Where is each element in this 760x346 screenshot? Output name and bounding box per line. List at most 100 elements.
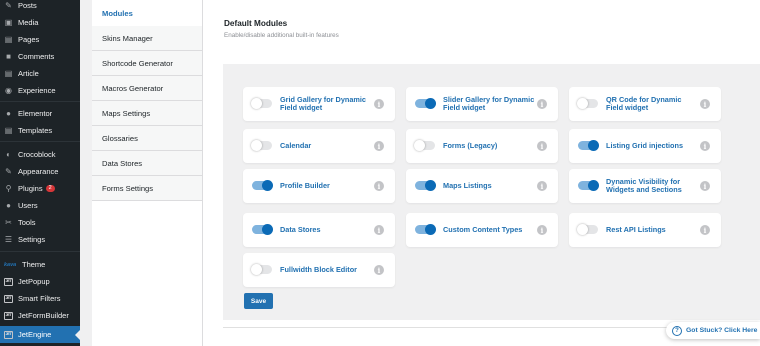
sidebar-item-label: Templates <box>18 126 53 135</box>
sidebar-item-label: JetFormBuilder <box>18 311 69 320</box>
module-toggle[interactable] <box>415 180 436 191</box>
module-toggle[interactable] <box>251 98 272 109</box>
sidebar-item-templates[interactable]: ▤ Templates <box>0 122 80 139</box>
help-label: Got Stuck? Click Here <box>686 327 758 334</box>
help-icon: ? <box>672 325 682 336</box>
sidebar-item-media[interactable]: ▣ Media <box>0 14 80 31</box>
sidebar-item-comments[interactable]: ■ Comments <box>0 48 80 65</box>
module-label: Listing Grid injections <box>606 140 684 150</box>
module-toggle[interactable] <box>577 98 598 109</box>
module-toggle[interactable] <box>578 180 599 191</box>
sidebar-item-article[interactable]: ▤ Article <box>0 65 80 82</box>
sidebar-item-label: Theme <box>22 260 46 269</box>
comments-icon: ■ <box>6 51 11 61</box>
module-card: Forms (Legacy) i <box>406 129 558 163</box>
sidebar-item-label: Posts <box>18 1 37 10</box>
save-button[interactable]: Save <box>244 293 273 309</box>
sidebar-item-appearance[interactable]: ✎ Appearance <box>0 163 80 180</box>
active-menu-arrow <box>75 330 80 340</box>
module-card: Rest API Listings i <box>569 213 721 247</box>
sidebar-item-elementor[interactable]: ● Elementor <box>0 105 80 122</box>
module-toggle[interactable] <box>415 98 436 109</box>
sidebar-item-users[interactable]: ● Users <box>0 197 80 214</box>
help-button[interactable]: ? Got Stuck? Click Here <box>666 322 760 339</box>
jetengine-icon: JET <box>4 330 13 339</box>
sidebar-item-label: Comments <box>18 52 55 61</box>
module-toggle[interactable] <box>577 224 598 235</box>
module-card: Fullwidth Block Editor i <box>243 253 395 287</box>
module-label: Fullwidth Block Editor <box>280 264 358 274</box>
module-label: QR Code for Dynamic Field widget <box>606 94 682 112</box>
sidebar-item-label: Settings <box>18 235 46 244</box>
module-label: Grid Gallery for Dynamic Field widget <box>280 94 366 112</box>
module-toggle[interactable] <box>414 140 435 151</box>
module-toggle[interactable] <box>415 224 436 235</box>
module-toggle[interactable] <box>251 264 272 275</box>
jetformbuilder-icon: JET <box>4 311 13 320</box>
module-toggle[interactable] <box>578 140 599 151</box>
module-toggle[interactable] <box>251 140 272 151</box>
info-icon[interactable]: i <box>537 181 547 191</box>
module-label: Slider Gallery for Dynamic Field widget <box>443 94 535 112</box>
module-toggle[interactable] <box>252 224 273 235</box>
tab-modules[interactable]: Modules <box>92 0 202 26</box>
sidebar-item-label: Experience <box>18 86 56 95</box>
sidebar-item-label: Article <box>18 69 39 78</box>
sidebar-item-plugins[interactable]: ⚲ Plugins 2 <box>0 180 80 197</box>
tab-glossaries[interactable]: Glossaries <box>92 126 202 151</box>
module-label: Calendar <box>280 140 312 150</box>
module-label: Dynamic Visibility for Widgets and Secti… <box>606 176 682 194</box>
sidebar-item-jetengine[interactable]: JET JetEngine <box>0 326 80 343</box>
module-card: Listing Grid injections i <box>569 129 721 163</box>
tab-forms-settings[interactable]: Forms Settings <box>92 176 202 201</box>
crocoblock-icon: ◐ <box>6 149 11 159</box>
tab-shortcode-generator[interactable]: Shortcode Generator <box>92 51 202 76</box>
sidebar-separator <box>0 141 80 142</box>
module-label: Custom Content Types <box>443 224 523 234</box>
module-toggle[interactable] <box>252 180 273 191</box>
sidebar-item-smart-filters[interactable]: JET Smart Filters <box>0 290 80 307</box>
settings-icon: ☰ <box>4 234 13 244</box>
sidebar-item-label: JetEngine <box>18 330 52 339</box>
info-icon[interactable]: i <box>374 181 384 191</box>
sidebar-item-label: Smart Filters <box>18 294 61 303</box>
info-icon[interactable]: i <box>374 265 384 275</box>
users-icon: ● <box>6 200 11 210</box>
section-subtitle: Enable/disable additional built-in featu… <box>224 32 339 39</box>
sidebar-item-jetpopup[interactable]: JET JetPopup <box>0 273 80 290</box>
info-icon[interactable]: i <box>700 141 710 151</box>
info-icon[interactable]: i <box>700 99 710 109</box>
sidebar-item-label: Tools <box>18 218 36 227</box>
sidebar-item-posts[interactable]: ✎ Posts <box>0 0 80 14</box>
tab-data-stores[interactable]: Data Stores <box>92 151 202 176</box>
admin-sidebar: ✎ Posts ▣ Media ▤ Pages ■ Comments ▤ Article … <box>0 0 80 346</box>
info-icon[interactable]: i <box>537 141 547 151</box>
sidebar-item-pages[interactable]: ▤ Pages <box>0 31 80 48</box>
tab-macros-generator[interactable]: Macros Generator <box>92 76 202 101</box>
info-icon[interactable]: i <box>374 225 384 235</box>
sidebar-item-label: JetPopup <box>18 277 50 286</box>
pages-icon: ▤ <box>4 34 13 44</box>
theme-logo: kava <box>4 261 17 268</box>
info-icon[interactable]: i <box>537 99 547 109</box>
sidebar-item-experience[interactable]: ◉ Experience <box>0 82 80 99</box>
info-icon[interactable]: i <box>374 141 384 151</box>
sidebar-item-settings[interactable]: ☰ Settings <box>0 231 80 248</box>
module-card: Data Stores i <box>243 213 395 247</box>
info-icon[interactable]: i <box>700 181 710 191</box>
sidebar-item-crocoblock[interactable]: ◐ Crocoblock <box>0 146 80 163</box>
article-icon: ▤ <box>4 68 13 78</box>
info-icon[interactable]: i <box>537 225 547 235</box>
sidebar-item-jetformbuilder[interactable]: JET JetFormBuilder <box>0 307 80 324</box>
info-icon[interactable]: i <box>374 99 384 109</box>
module-card: Maps Listings i <box>406 169 558 203</box>
sidebar-item-tools[interactable]: ✂ Tools <box>0 214 80 231</box>
tab-maps-settings[interactable]: Maps Settings <box>92 101 202 126</box>
section-title: Default Modules <box>224 19 288 28</box>
module-card: Dynamic Visibility for Widgets and Secti… <box>569 169 721 203</box>
sidebar-item-theme[interactable]: kava Theme <box>0 256 80 273</box>
info-icon[interactable]: i <box>700 225 710 235</box>
tab-skins-manager[interactable]: Skins Manager <box>92 26 202 51</box>
smart-filters-icon: JET <box>4 294 13 303</box>
media-icon: ▣ <box>4 17 13 27</box>
